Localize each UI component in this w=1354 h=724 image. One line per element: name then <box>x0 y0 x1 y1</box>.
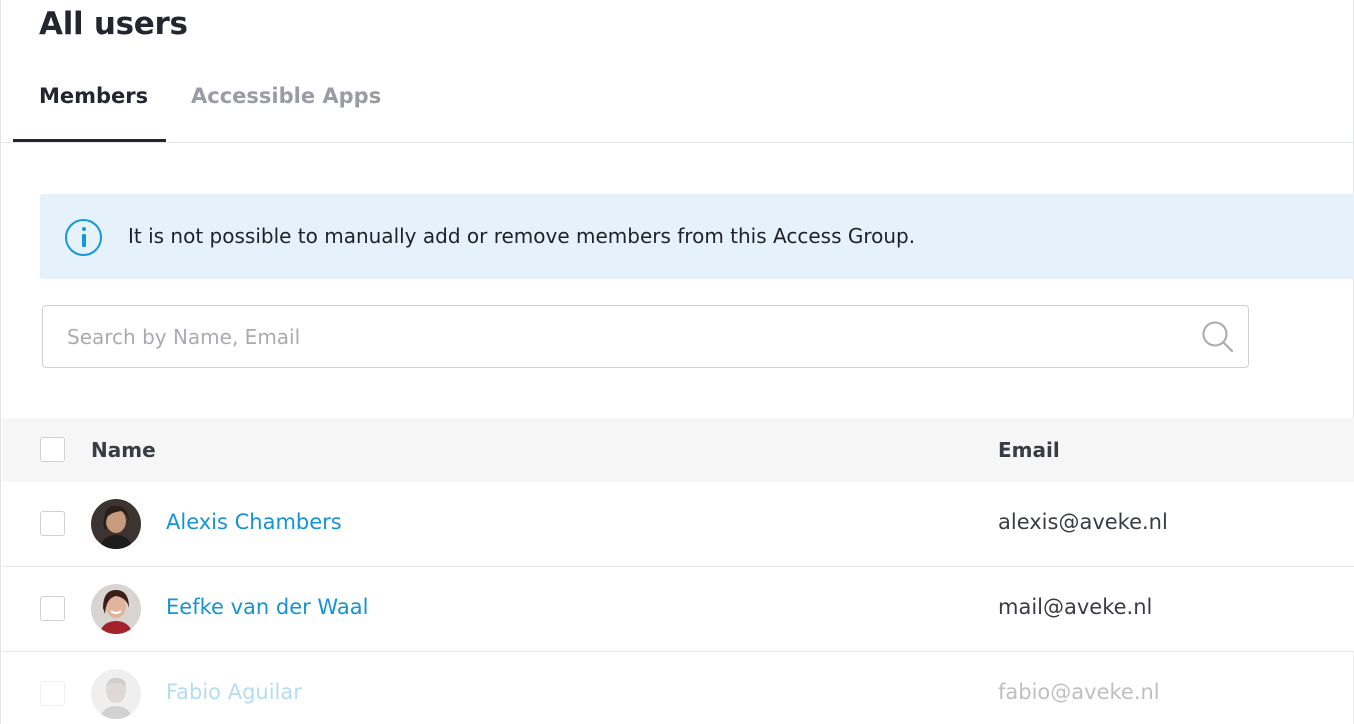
info-icon <box>65 219 102 256</box>
search-box <box>42 305 1249 368</box>
search-input[interactable] <box>67 306 1187 367</box>
tab-bar: Members Accessible Apps <box>1 70 1354 143</box>
select-all-checkbox[interactable] <box>40 437 65 462</box>
table-row: Alexis Chambers alexis@aveke.nl <box>2 482 1354 567</box>
app-frame: All users Members Accessible Apps It is … <box>0 0 1354 724</box>
tab-accessible-apps[interactable]: Accessible Apps <box>191 84 381 108</box>
avatar <box>91 669 141 719</box>
column-header-email[interactable]: Email <box>998 438 1060 462</box>
tab-members[interactable]: Members <box>39 84 148 108</box>
row-checkbox[interactable] <box>40 681 65 706</box>
search-icon[interactable] <box>1201 320 1235 354</box>
member-name-link[interactable]: Fabio Aguilar <box>166 680 302 704</box>
table-row: Eefke van der Waal mail@aveke.nl <box>2 567 1354 652</box>
row-checkbox[interactable] <box>40 596 65 621</box>
info-banner-text: It is not possible to manually add or re… <box>128 224 916 248</box>
active-tab-indicator <box>13 139 166 142</box>
table-row: Fabio Aguilar fabio@aveke.nl <box>2 652 1354 724</box>
member-email: fabio@aveke.nl <box>998 680 1160 704</box>
page-title: All users <box>39 6 188 42</box>
avatar <box>91 499 141 549</box>
member-name-link[interactable]: Alexis Chambers <box>166 510 342 534</box>
member-email: mail@aveke.nl <box>998 595 1153 619</box>
row-checkbox[interactable] <box>40 511 65 536</box>
table-header: Name Email <box>2 418 1354 482</box>
avatar <box>91 584 141 634</box>
info-banner: It is not possible to manually add or re… <box>40 194 1354 279</box>
member-email: alexis@aveke.nl <box>998 510 1168 534</box>
member-name-link[interactable]: Eefke van der Waal <box>166 595 368 619</box>
column-header-name[interactable]: Name <box>91 438 156 462</box>
